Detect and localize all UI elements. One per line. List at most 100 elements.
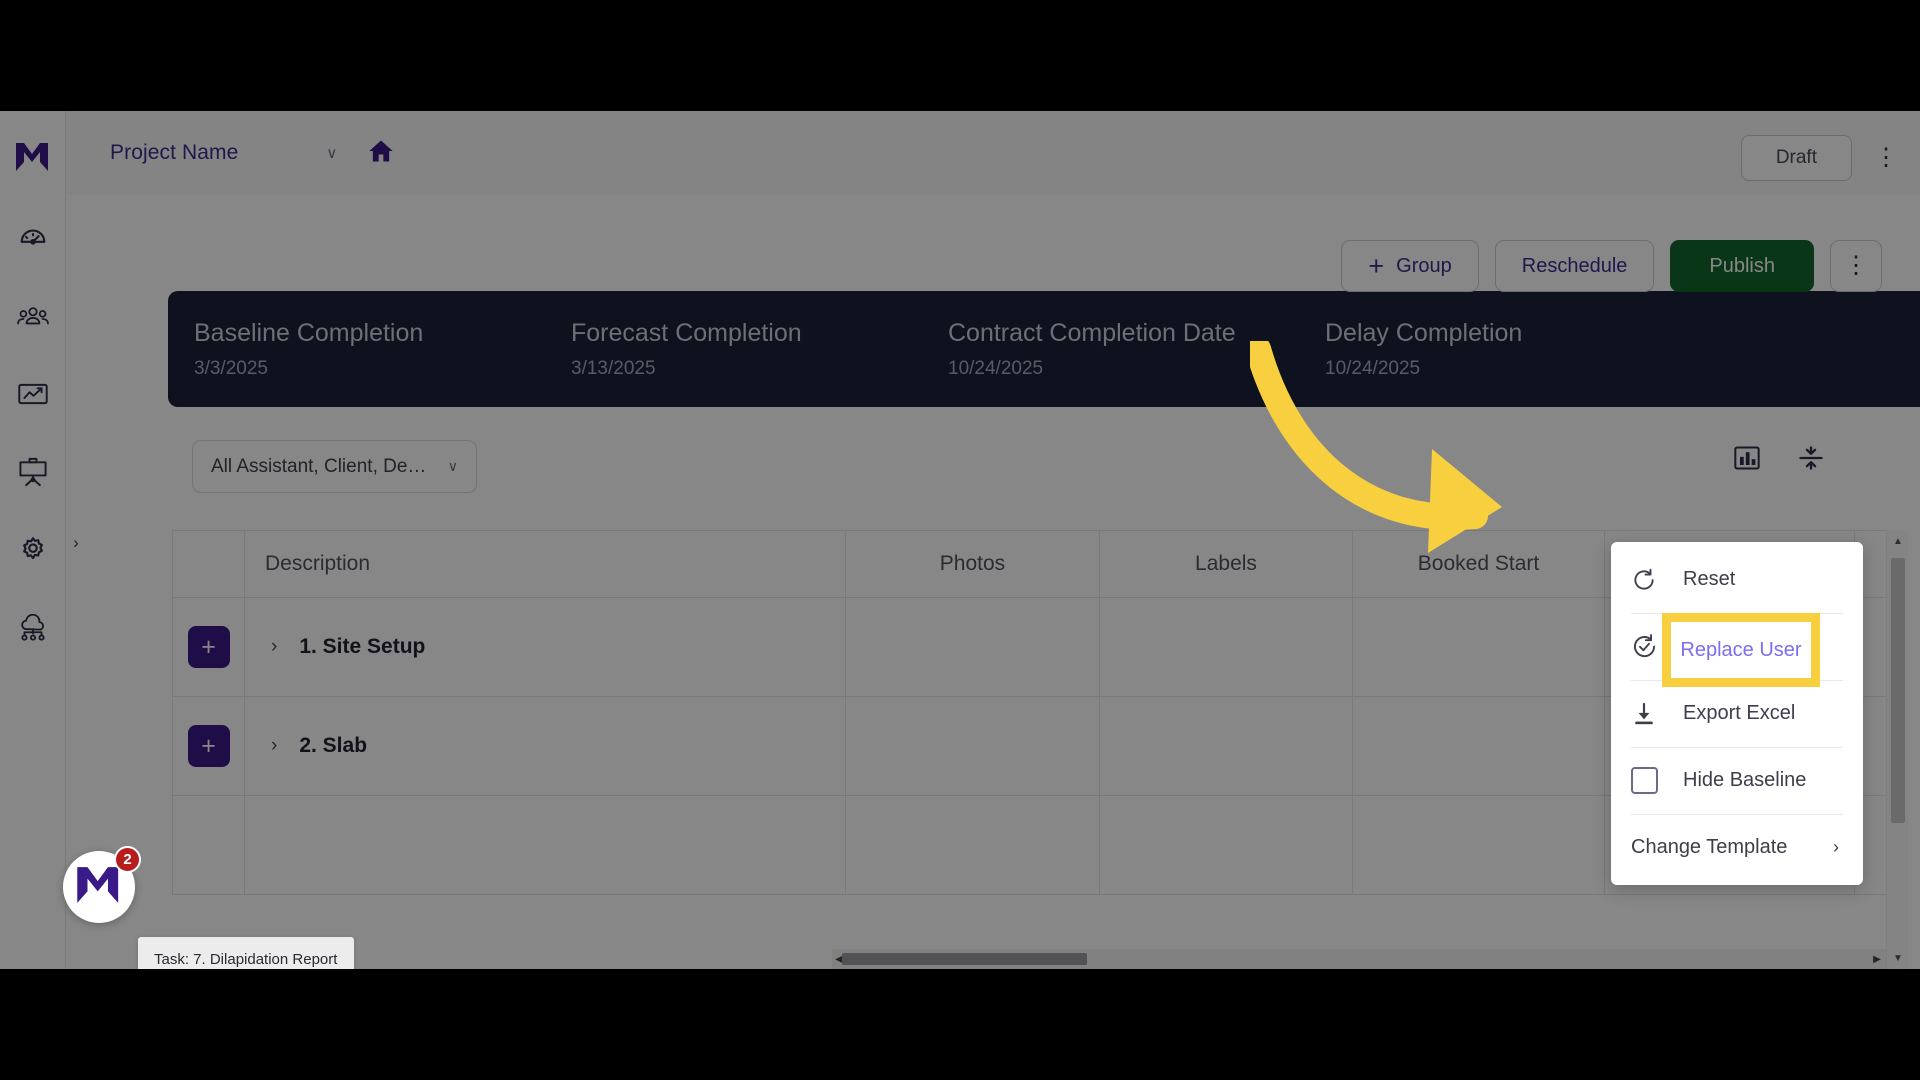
- completion-stats-banner: Baseline Completion 3/3/2025 Forecast Co…: [168, 291, 1920, 407]
- table-horizontal-scrollbar[interactable]: ◀ ▶: [832, 949, 1886, 969]
- screenshot-stage: › Project Name ∨ Draft ⋮ + Group Resched…: [0, 0, 1920, 1080]
- table-cell-description: [245, 796, 846, 894]
- table-cell-description: › 1. Site Setup: [245, 598, 846, 696]
- mastt-logo-icon: [76, 864, 122, 911]
- stat-delay-completion: Delay Completion 10/24/2025: [1325, 319, 1702, 380]
- chat-widget[interactable]: 2: [63, 846, 141, 923]
- horizontal-scroll-thumb[interactable]: [842, 953, 1087, 965]
- sidebar-collapse-handle[interactable]: ›: [66, 526, 86, 560]
- sidebar-item-settings[interactable]: [13, 530, 53, 570]
- task-title: 2. Slab: [299, 734, 368, 757]
- reschedule-button[interactable]: Reschedule: [1494, 240, 1655, 292]
- cloud-network-icon: [17, 614, 49, 642]
- home-icon[interactable]: [367, 137, 395, 170]
- table-cell-add: +: [173, 697, 245, 795]
- table-vertical-scrollbar[interactable]: ▲ ▼: [1886, 530, 1908, 969]
- chevron-right-icon: ›: [1833, 837, 1839, 857]
- expand-row-chevron-icon[interactable]: ›: [271, 735, 277, 757]
- table-cell-labels[interactable]: [1100, 796, 1353, 894]
- sidebar-item-integrations[interactable]: [13, 608, 53, 648]
- menu-item-change-template[interactable]: Change Template ›: [1611, 814, 1863, 881]
- stat-value: 3/13/2025: [571, 357, 656, 379]
- table-cell-photos[interactable]: [846, 697, 1100, 795]
- stat-baseline-completion: Baseline Completion 3/3/2025: [194, 319, 571, 380]
- reset-icon: [1631, 567, 1683, 593]
- top-bar: Project Name ∨ Draft ⋮: [66, 111, 1920, 195]
- topbar-kebab-menu-icon[interactable]: ⋮: [1874, 146, 1898, 170]
- stat-value: 3/3/2025: [194, 357, 268, 379]
- table-header-description[interactable]: Description: [245, 531, 846, 597]
- chevron-down-icon: ∨: [326, 145, 338, 162]
- sidebar: [0, 111, 66, 969]
- mastt-logo-icon[interactable]: [15, 141, 51, 178]
- view-toolbar-icons: [1733, 444, 1825, 477]
- more-options-button[interactable]: ⋮: [1830, 240, 1882, 292]
- vertical-scroll-thumb[interactable]: [1891, 558, 1905, 823]
- assignee-filter-select[interactable]: All Assistant, Client, De… ∨: [192, 440, 477, 493]
- plus-icon: +: [1368, 250, 1385, 281]
- add-group-button[interactable]: + Group: [1341, 240, 1479, 292]
- stat-label: Delay Completion: [1325, 318, 1523, 347]
- table-cell-photos[interactable]: [846, 598, 1100, 696]
- assignee-filter-value: All Assistant, Client, De…: [211, 455, 427, 477]
- add-task-button[interactable]: +: [187, 626, 230, 668]
- table-cell-booked-start[interactable]: [1353, 697, 1605, 795]
- task-title: 1. Site Setup: [299, 635, 426, 658]
- menu-item-label: Export Excel: [1683, 702, 1796, 724]
- table-cell-add: +: [173, 598, 245, 696]
- table-cell-labels[interactable]: [1100, 697, 1353, 795]
- replace-user-highlight-label: Replace User: [1680, 638, 1802, 661]
- chevron-down-icon: ∨: [447, 458, 458, 474]
- menu-item-reset[interactable]: Reset: [1611, 546, 1863, 613]
- menu-item-export-excel[interactable]: Export Excel: [1611, 680, 1863, 747]
- scroll-down-arrow-icon[interactable]: ▼: [1887, 947, 1908, 969]
- stat-value: 10/24/2025: [1325, 357, 1421, 379]
- table-cell-photos[interactable]: [846, 796, 1100, 894]
- chat-unread-badge: 2: [114, 846, 141, 873]
- menu-item-label: Hide Baseline: [1683, 769, 1807, 791]
- expand-row-chevron-icon[interactable]: ›: [271, 636, 277, 658]
- table-cell-description: › 2. Slab: [245, 697, 846, 795]
- task-tooltip: Task: 7. Dilapidation Report Start Date:…: [138, 937, 354, 969]
- table-header-labels[interactable]: Labels: [1100, 531, 1353, 597]
- people-icon: [16, 301, 49, 331]
- add-group-label: Group: [1396, 254, 1452, 277]
- draft-status-button[interactable]: Draft: [1740, 135, 1852, 181]
- stat-label: Contract Completion Date: [948, 318, 1236, 347]
- menu-item-label: Reset: [1683, 568, 1736, 590]
- project-selector[interactable]: Project Name ∨: [110, 141, 337, 165]
- add-task-button[interactable]: +: [187, 725, 230, 767]
- gauge-icon: [18, 223, 48, 253]
- checkbox-icon[interactable]: [1631, 767, 1683, 794]
- sidebar-item-dashboard[interactable]: [13, 218, 53, 258]
- stat-label: Baseline Completion: [194, 318, 424, 347]
- replace-user-highlight-callout[interactable]: Replace User: [1662, 613, 1820, 687]
- collapse-rows-icon[interactable]: [1797, 444, 1825, 477]
- table-header-booked-start[interactable]: Booked Start: [1353, 531, 1605, 597]
- table-cell-booked-start[interactable]: [1353, 598, 1605, 696]
- menu-item-label: Change Template: [1631, 836, 1788, 858]
- sidebar-item-presentations[interactable]: [13, 452, 53, 492]
- app-viewport: › Project Name ∨ Draft ⋮ + Group Resched…: [0, 111, 1920, 969]
- scroll-right-arrow-icon[interactable]: ▶: [1868, 949, 1886, 969]
- table-cell-labels[interactable]: [1100, 598, 1353, 696]
- publish-button[interactable]: Publish: [1670, 240, 1814, 292]
- bar-chart-icon[interactable]: [1733, 444, 1761, 477]
- project-name-label: Project Name: [110, 141, 239, 164]
- scroll-up-arrow-icon[interactable]: ▲: [1887, 530, 1908, 552]
- action-bar: + Group Reschedule Publish ⋮: [1341, 240, 1882, 292]
- sidebar-item-reports[interactable]: [13, 374, 53, 414]
- topbar-right-actions: Draft ⋮: [1740, 135, 1898, 181]
- stat-forecast-completion: Forecast Completion 3/13/2025: [571, 319, 948, 380]
- table-cell-add: [173, 796, 245, 894]
- chevron-right-icon: ›: [73, 533, 79, 552]
- table-header-grip: [173, 531, 245, 597]
- download-icon: [1631, 701, 1683, 727]
- stat-label: Forecast Completion: [571, 318, 802, 347]
- table-cell-booked-start[interactable]: [1353, 796, 1605, 894]
- menu-item-hide-baseline[interactable]: Hide Baseline: [1611, 747, 1863, 814]
- sidebar-item-team[interactable]: [13, 296, 53, 336]
- table-header-photos[interactable]: Photos: [846, 531, 1100, 597]
- stat-contract-completion-date: Contract Completion Date 10/24/2025: [948, 319, 1325, 380]
- chart-icon: [17, 380, 49, 408]
